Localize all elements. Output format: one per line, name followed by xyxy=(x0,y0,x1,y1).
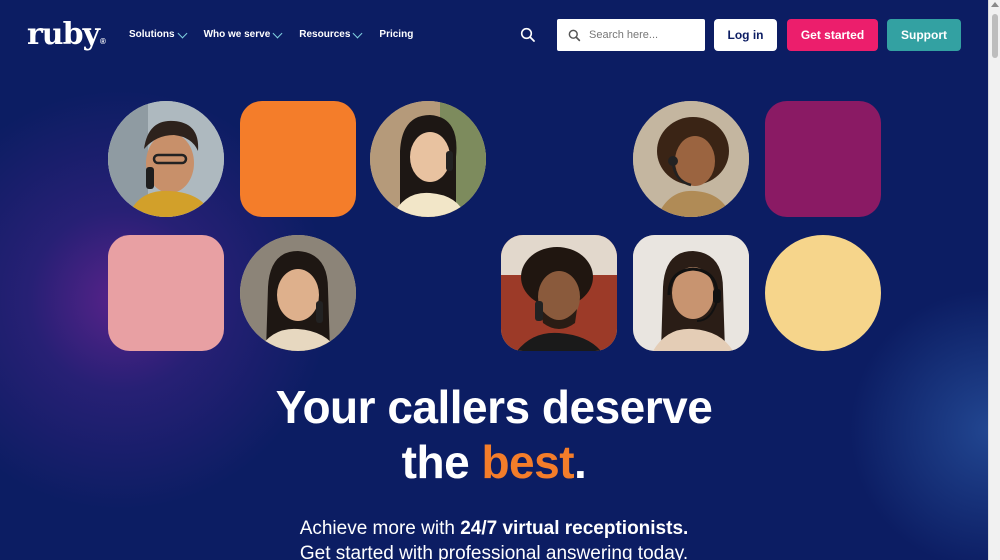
yellow-tile xyxy=(765,235,881,351)
hero-headline: Your callers deserve the best. xyxy=(0,380,988,490)
search-icon[interactable] xyxy=(520,27,536,43)
get-started-button[interactable]: Get started xyxy=(787,19,878,51)
subtitle-line-1-start: Achieve more with xyxy=(299,518,461,539)
scrollbar-thumb[interactable] xyxy=(992,14,998,58)
nav-who-we-serve-label: Who we serve xyxy=(203,29,271,40)
receptionist-photo xyxy=(240,235,356,351)
logo-text: ruby xyxy=(27,17,100,52)
ruby-logo[interactable]: ruby® xyxy=(27,17,106,59)
chevron-down-icon xyxy=(352,28,363,38)
headline-line-2-start: the xyxy=(401,436,482,488)
page: ruby® Solutions Who we serve Resources P… xyxy=(0,0,988,560)
headline-line-1: Your callers deserve xyxy=(275,381,713,433)
pink-tile xyxy=(108,235,224,351)
receptionist-photo xyxy=(633,101,749,217)
hero-subtitle: Achieve more with 24/7 virtual reception… xyxy=(0,516,988,560)
logo-registered-mark: ® xyxy=(100,37,106,46)
plum-tile xyxy=(765,101,881,217)
search-box xyxy=(557,19,705,51)
receptionist-photo xyxy=(370,101,486,217)
scroll-up-icon[interactable] xyxy=(991,2,999,7)
receptionist-photo xyxy=(108,101,224,217)
headline-accent: best xyxy=(481,436,575,488)
search-field-icon xyxy=(568,29,581,41)
nav-who-we-serve[interactable]: Who we serve xyxy=(203,28,283,42)
chevron-down-icon xyxy=(177,28,188,38)
orange-tile xyxy=(240,101,356,217)
nav-pricing-label: Pricing xyxy=(379,29,414,40)
search-input[interactable] xyxy=(589,29,699,41)
nav-pricing[interactable]: Pricing xyxy=(379,28,413,42)
main-nav: Solutions Who we serve Resources Pricing xyxy=(129,28,431,42)
nav-solutions-label: Solutions xyxy=(129,29,175,40)
support-button[interactable]: Support xyxy=(887,19,961,51)
chevron-down-icon xyxy=(272,28,283,38)
subtitle-line-1-bold: 24/7 virtual receptionists. xyxy=(460,518,689,539)
receptionist-photo xyxy=(501,235,617,351)
log-in-button[interactable]: Log in xyxy=(714,19,777,51)
receptionist-photo xyxy=(633,235,749,351)
nav-resources[interactable]: Resources xyxy=(299,28,363,42)
headline-line-2-end: . xyxy=(574,436,587,488)
nav-solutions[interactable]: Solutions xyxy=(129,28,188,42)
nav-resources-label: Resources xyxy=(299,29,351,40)
subtitle-line-2: Get started with professional answering … xyxy=(299,543,689,560)
vertical-scrollbar[interactable] xyxy=(988,0,1000,560)
